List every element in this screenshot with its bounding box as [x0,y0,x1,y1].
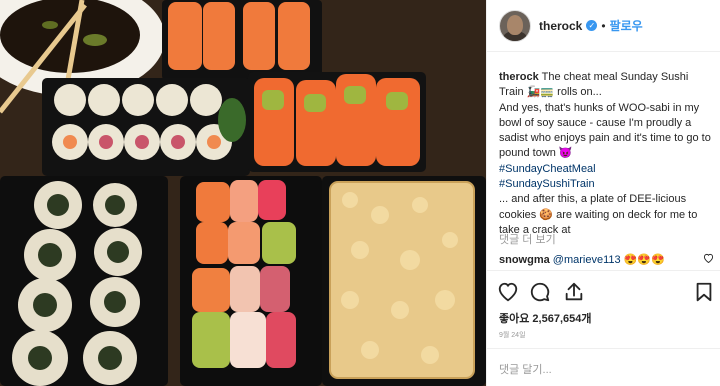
comment-mention[interactable]: @marieve113 [553,254,621,266]
follow-button[interactable]: 팔로우 [610,17,643,34]
view-more-comments-link[interactable]: 댓글 더 보기 [499,231,556,247]
add-comment-input[interactable]: 댓글 달기... [487,348,720,386]
hashtag-sunday-cheat-meal[interactable]: #SundayCheatMeal [499,162,713,177]
post-photo [0,0,486,386]
action-bar [487,270,720,311]
comment-icon[interactable] [529,281,551,303]
verified-badge-icon: ✓ [586,20,598,31]
hashtag-sunday-sushi-train[interactable]: #SundaySushiTrain [499,177,713,192]
post-side-panel: therock ✓ • 팔로우 therock The cheat meal S… [486,0,720,386]
avatar[interactable] [499,9,531,42]
comment-item: snowgma @marieve113 😍😍😍 [499,253,713,266]
separator-dot: • [601,18,606,33]
username[interactable]: therock [539,19,582,33]
comment-text: 😍😍😍 [623,254,665,266]
comment-username[interactable]: snowgma [499,254,550,266]
heart-icon[interactable] [497,281,519,303]
share-icon[interactable] [563,281,585,303]
post-date[interactable]: 9월 24일 [499,330,526,340]
post-header: therock ✓ • 팔로우 [487,0,720,52]
caption-line-3: ... and after this, a plate of DEE-licio… [499,193,698,236]
bookmark-icon[interactable] [693,281,715,303]
comment-like-heart-icon[interactable] [703,253,714,263]
caption-username[interactable]: therock [499,71,539,83]
caption-line-2: And yes, that's hunks of WOO-sabi in my … [499,101,711,160]
like-count[interactable]: 좋아요 2,567,654개 [499,310,591,326]
post-caption: therock The cheat meal Sunday Sushi Trai… [499,70,713,238]
